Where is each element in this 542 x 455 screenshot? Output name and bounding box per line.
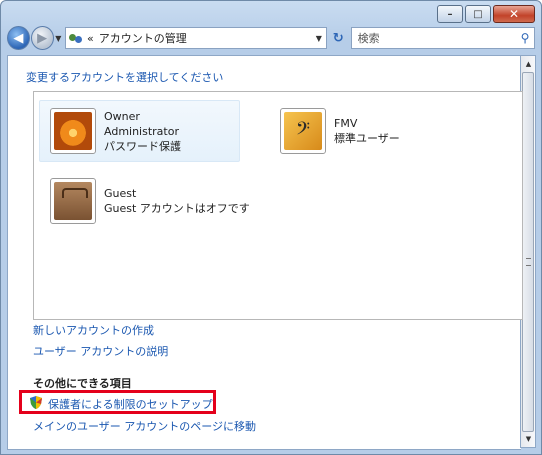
scroll-thumb[interactable] [522, 72, 534, 432]
refresh-icon: ↻ [332, 30, 344, 46]
grip-icon [526, 258, 531, 266]
search-icon[interactable]: ⚲ [516, 31, 534, 45]
address-bar[interactable]: « アカウントの管理 ▼ [65, 27, 327, 49]
suitcase-avatar-icon [54, 182, 92, 220]
select-account-heading-link[interactable]: 変更するアカウントを選択してください [26, 69, 223, 85]
maximize-icon: □ [473, 8, 483, 20]
avatar: 𝄢 [280, 108, 326, 154]
shield-icon [30, 396, 42, 409]
account-status: Guest アカウントはオフです [104, 202, 250, 215]
history-dropdown-button[interactable]: ▼ [54, 34, 63, 43]
avatar [50, 108, 96, 154]
maximize-button[interactable]: □ [465, 5, 491, 23]
back-arrow-icon: ◀ [13, 30, 24, 46]
avatar [50, 178, 96, 224]
forward-button[interactable]: ▶ [30, 26, 54, 50]
minimize-icon: – [447, 8, 453, 20]
navigation-bar: ◀ ▶ ▼ « アカウントの管理 ▼ ↻ ⚲ [7, 26, 535, 50]
main-user-accounts-link[interactable]: メインのユーザー アカウントのページに移動 [33, 418, 256, 434]
account-type: 標準ユーザー [334, 132, 400, 145]
back-button[interactable]: ◀ [7, 26, 30, 50]
create-account-link[interactable]: 新しいアカウントの作成 [33, 322, 154, 338]
other-tasks-heading: その他にできる項目 [33, 377, 132, 390]
bass-clef-avatar-icon: 𝄢 [284, 112, 322, 150]
breadcrumb[interactable]: アカウントの管理 [99, 30, 312, 46]
user-accounts-icon [69, 32, 83, 44]
caption-buttons: – □ ✕ [437, 5, 535, 23]
parental-controls-link[interactable]: 保護者による制限のセットアップ [48, 396, 213, 412]
breadcrumb-overflow[interactable]: « [87, 32, 94, 45]
account-guest[interactable]: Guest Guest アカウントはオフです [40, 175, 270, 227]
search-box: ⚲ [350, 27, 535, 49]
scroll-down-icon[interactable]: ▼ [523, 433, 534, 445]
search-input[interactable] [355, 30, 516, 46]
minimize-button[interactable]: – [437, 5, 463, 23]
scroll-up-icon[interactable]: ▲ [523, 58, 534, 70]
account-name: Owner [104, 109, 140, 123]
account-name: Guest [104, 187, 137, 200]
account-type: Administrator [104, 124, 179, 138]
chevron-down-icon: ▼ [55, 33, 62, 43]
account-name: FMV [334, 117, 358, 130]
close-icon: ✕ [508, 7, 520, 21]
user-account-help-link[interactable]: ユーザー アカウントの説明 [33, 343, 168, 359]
refresh-button[interactable]: ↻ [328, 28, 349, 48]
forward-arrow-icon: ▶ [37, 30, 48, 46]
account-fmv[interactable]: 𝄢 FMV 標準ユーザー [270, 105, 470, 157]
account-owner[interactable]: Owner Administrator パスワード保護 [39, 100, 240, 162]
account-status: パスワード保護 [104, 139, 181, 153]
address-dropdown-button[interactable]: ▼ [312, 34, 326, 43]
flower-avatar-icon [54, 112, 92, 150]
close-button[interactable]: ✕ [493, 5, 535, 23]
